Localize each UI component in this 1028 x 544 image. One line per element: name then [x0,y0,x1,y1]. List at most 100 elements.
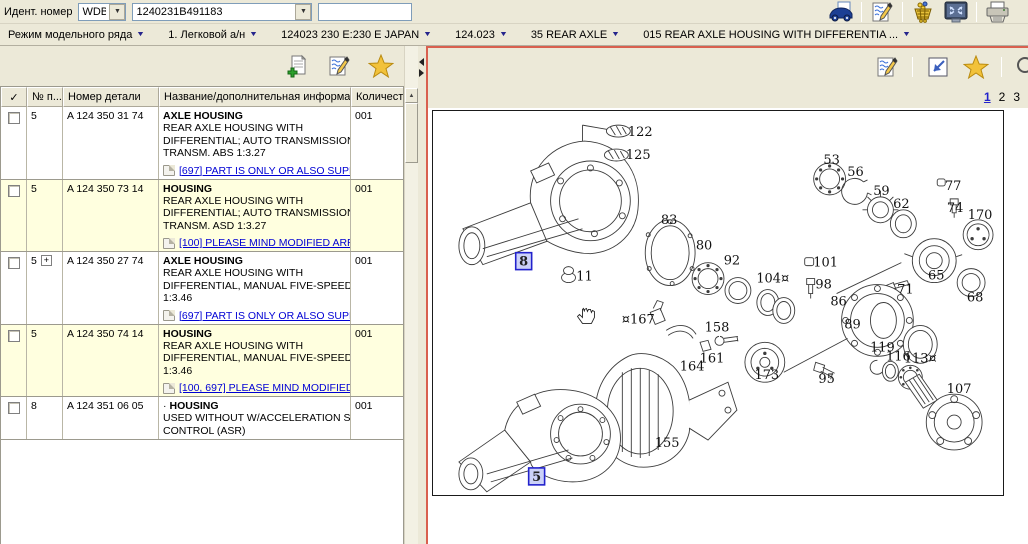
footnote-link[interactable]: [697] PART IS ONLY OR ALSO SUPPLIED [179,310,351,322]
callout-number[interactable]: 74 [947,201,963,216]
vin-input[interactable] [133,5,295,19]
part-description-line: DIFFERENTIAL; AUTO TRANSMISSION;MAN. 4-S… [163,207,346,220]
expand-button[interactable]: + [41,255,52,266]
column-header-3[interactable]: Название/дополнительная информация [159,87,351,107]
vin-combo[interactable]: ▼ [132,3,312,21]
callout-number[interactable]: 65 [928,269,944,284]
callout-number[interactable]: 158 [705,320,730,335]
add-document-icon[interactable] [284,54,310,78]
pan-view-icon[interactable] [925,55,951,79]
callout-number[interactable]: 80 [696,239,712,254]
extra-input[interactable] [319,5,411,19]
callout-number[interactable]: 173 [754,368,779,383]
row-checkbox[interactable] [8,330,20,342]
row-checkbox[interactable] [8,402,20,414]
callout-number[interactable]: 98 [815,278,831,293]
callout-number[interactable]: 92 [724,254,740,269]
exploded-diagram-canvas[interactable]: 122 125 53 56 59 62 77 74 170 83 80 92 101 104¤ 98 11 71… [432,110,1004,496]
callout-number[interactable]: 122 [628,125,653,140]
extra-input-field[interactable] [318,3,412,21]
callout-number[interactable]: 68 [967,291,983,306]
footnote-document-icon[interactable] [163,310,175,321]
table-row[interactable]: 5A 124 350 73 14HOUSINGREAR AXLE HOUSING… [1,180,403,253]
menu-item-2[interactable]: 124023 230 E:230 E JAPAN▼ [281,29,431,41]
callout-number[interactable]: 11 [576,270,592,285]
callout-number[interactable]: 77 [945,179,961,194]
highlighted-callout-number[interactable]: 8 [519,255,528,270]
callout-number[interactable]: 155 [655,436,680,451]
page-link-1[interactable]: 1 [984,90,991,104]
menu-item-3[interactable]: 124.023▼ [455,29,507,41]
footnote-link[interactable]: [100] PLEASE MIND MODIFIED ARRANG [179,237,351,249]
page-link-3[interactable]: 3 [1013,90,1020,104]
wdb-select[interactable]: ▼ [78,3,126,21]
menu-item-4[interactable]: 35 REAR AXLE▼ [531,29,619,41]
callout-number[interactable]: 83 [661,213,677,228]
part-description-line: TRANSM. ASD 1:3.27 [163,220,346,233]
page-link-2[interactable]: 2 [999,90,1006,104]
callout-number[interactable]: 113¤ [904,351,937,366]
callout-number[interactable]: 89 [844,317,860,332]
menu-item-1[interactable]: 1. Легковой а/н▼ [168,29,257,41]
toolbar-separator [861,2,862,22]
zoom-icon[interactable] [1014,55,1028,79]
fullscreen-icon[interactable] [943,0,969,24]
parts-list-panel: ✓№ п...Номер деталиНазвание/дополнительн… [0,46,404,544]
highlighted-callout-number[interactable]: 5 [532,470,541,485]
callout-number[interactable]: 101 [813,256,838,271]
table-row[interactable]: 5A 124 350 74 14HOUSINGREAR AXLE HOUSING… [1,325,403,398]
callout-number[interactable]: 56 [847,165,863,180]
callout-number[interactable]: ¤167 [622,312,655,327]
splitter-collapse-icon[interactable] [419,58,424,77]
callout-number[interactable]: 104¤ [756,272,789,287]
callout-number[interactable]: 86 [830,294,846,309]
footnote-document-icon[interactable] [163,383,175,394]
scroll-up-button[interactable]: ▲ [405,88,418,103]
menu-item-0[interactable]: Режим модельного ряда▼ [8,29,144,41]
part-description-line: REAR AXLE HOUSING WITH [163,267,346,280]
pinion-bearing-chain-drawing [814,163,993,297]
quantity: 001 [351,107,404,179]
favorites-star-icon[interactable] [368,54,394,78]
row-checkbox[interactable] [8,257,20,269]
row-checkbox[interactable] [8,112,20,124]
callout-number[interactable]: 125 [626,148,651,163]
parts-table-scrollbar[interactable]: ▲ [404,46,418,544]
callout-number[interactable]: 107 [947,382,972,397]
panel-splitter[interactable] [418,46,426,544]
callout-number[interactable]: 164 [680,359,705,374]
quantity: 001 [351,325,404,397]
row-checkbox[interactable] [8,185,20,197]
vin-dropdown-button[interactable]: ▼ [295,4,311,20]
notepad-icon[interactable] [874,55,900,79]
vehicle-data-icon[interactable] [828,0,854,24]
footnote-link[interactable]: [100, 697] PLEASE MIND MODIFIED ARR [179,382,351,394]
footnote-link[interactable]: [697] PART IS ONLY OR ALSO SUPPLIED [179,165,351,177]
notepad-icon[interactable] [869,0,895,24]
favorites-star-icon[interactable] [963,55,989,79]
parts-basket-icon[interactable] [910,0,936,24]
column-header-0[interactable]: ✓ [1,87,27,107]
menu-item-5[interactable]: 015 REAR AXLE HOUSING WITH DIFFERENTIA .… [643,29,910,41]
hand-cursor [577,308,594,323]
print-icon[interactable] [984,0,1010,24]
column-header-2[interactable]: Номер детали [63,87,159,107]
callout-number[interactable]: 95 [818,372,834,387]
wdb-dropdown-button[interactable]: ▼ [109,4,125,20]
callout-number[interactable]: 71 [897,283,913,298]
column-header-4[interactable]: Количество [351,87,404,107]
model-series-menubar: Режим модельного ряда▼ 1. Легковой а/н▼ 12… [0,24,1028,46]
table-row[interactable]: 8A 124 351 06 05·HOUSINGUSED WITHOUT W/A… [1,397,403,440]
callout-number[interactable]: 62 [893,197,909,212]
callout-number[interactable]: 59 [873,184,889,199]
footnote-document-icon[interactable] [163,165,175,176]
callout-number[interactable]: 170 [968,208,993,223]
scrollbar-thumb[interactable] [405,103,418,163]
callout-number[interactable]: 53 [823,153,839,168]
table-row[interactable]: 5+A 124 350 27 74AXLE HOUSINGREAR AXLE H… [1,252,403,325]
column-header-1[interactable]: № п... [27,87,63,107]
footnote-document-icon[interactable] [163,238,175,249]
table-row[interactable]: 5A 124 350 31 74AXLE HOUSINGREAR AXLE HO… [1,107,403,180]
notepad-icon[interactable] [326,54,352,78]
wdb-value[interactable] [79,5,109,19]
